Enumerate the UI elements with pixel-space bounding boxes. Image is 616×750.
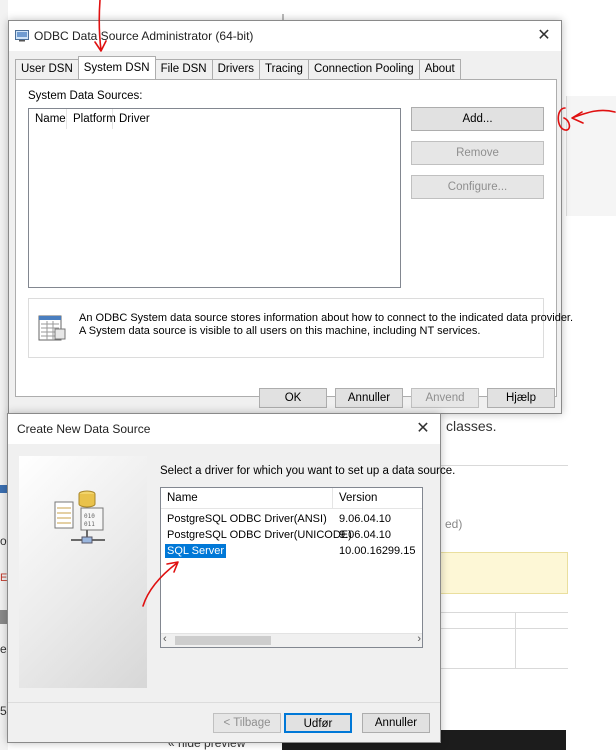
info-group-box: An ODBC System data source stores inform… [28,298,573,358]
svg-text:011: 011 [84,521,95,528]
tab-system-dsn[interactable]: System DSN [77,56,156,79]
column-header-name[interactable]: Name [29,109,67,129]
driver-name: PostgreSQL ODBC Driver(ANSI) [167,513,327,525]
driver-list[interactable]: Name Version PostgreSQL ODBC Driver(ANSI… [160,487,423,648]
info-text-line-2: A System data source is visible to all u… [79,325,481,337]
background-text: classes. [446,418,497,434]
background-divider [440,465,568,466]
background-text: ed) [445,517,463,531]
background-notice-box [440,552,568,594]
close-icon[interactable]: ✕ [535,27,553,45]
ok-button[interactable]: OK [259,388,327,408]
background-divider [515,612,516,668]
driver-version: 9.06.04.10 [339,529,391,541]
create-title-bar[interactable]: Create New Data Source ✕ [8,414,440,444]
tab-tracing[interactable]: Tracing [259,59,309,79]
back-button[interactable]: < Tilbage [213,713,281,733]
list-header-divider [161,508,422,509]
column-header-name[interactable]: Name [161,488,333,508]
data-source-icon [37,313,67,343]
column-header-platform[interactable]: Platform [67,109,116,129]
background-panel [566,96,616,216]
scrollbar-thumb[interactable] [175,636,271,645]
database-network-icon: 010 011 [51,486,115,550]
help-button[interactable]: Hjælp [487,388,555,408]
cancel-button[interactable]: Annuller [362,713,430,733]
svg-text:010: 010 [84,513,95,520]
driver-name: PostgreSQL ODBC Driver(UNICODE) [167,529,352,541]
finish-button[interactable]: Udfør [284,713,352,733]
apply-button[interactable]: Anvend [411,388,479,408]
column-header-driver[interactable]: Driver [113,109,233,129]
scroll-left-arrow[interactable]: ‹ [163,633,167,645]
list-item[interactable]: PostgreSQL ODBC Driver(UNICODE) 9.06.04.… [161,528,422,543]
tab-user-dsn[interactable]: User DSN [15,59,79,79]
system-data-sources-label: System Data Sources: [28,90,143,102]
tab-connection-pooling[interactable]: Connection Pooling [307,59,420,79]
list-item[interactable]: PostgreSQL ODBC Driver(ANSI) 9.06.04.10 [161,512,422,527]
footer-separator [8,702,440,703]
horizontal-scrollbar[interactable]: ‹ › [161,633,422,647]
odbc-title-bar[interactable]: ODBC Data Source Administrator (64-bit) … [9,21,561,51]
close-icon[interactable]: ✕ [414,420,432,438]
cancel-button[interactable]: Annuller [335,388,403,408]
odbc-window-title: ODBC Data Source Administrator (64-bit) [34,29,254,43]
odbc-admin-window: ODBC Data Source Administrator (64-bit) … [8,20,573,414]
remove-button[interactable]: Remove [411,141,544,165]
create-dialog-title: Create New Data Source [17,422,151,436]
tab-file-dsn[interactable]: File DSN [154,59,213,79]
system-dsn-panel: System Data Sources: Name Platform Drive… [15,79,573,397]
system-data-sources-list[interactable]: Name Platform Driver [28,108,401,288]
wizard-instruction: Select a driver for which you want to se… [160,465,456,477]
driver-name: SQL Server [165,544,227,558]
scroll-right-arrow[interactable]: › [417,633,421,645]
tab-about[interactable]: About [418,59,461,79]
info-text-line-1: An ODBC System data source stores inform… [79,312,574,324]
background-divider [440,628,568,629]
driver-version: 10.00.16299.15 [339,545,416,557]
odbc-app-icon [15,30,29,42]
driver-version: 9.06.04.10 [339,513,391,525]
odbc-tab-strip: User DSN System DSN File DSN Drivers Tra… [15,56,461,79]
list-item-selected[interactable]: SQL Server 10.00.16299.15 [161,544,422,559]
add-button[interactable]: Add... [411,107,544,131]
tab-drivers[interactable]: Drivers [211,59,261,79]
wizard-side-image: 010 011 [19,456,147,688]
background-divider [440,612,568,613]
column-header-version[interactable]: Version [333,488,422,508]
configure-button[interactable]: Configure... [411,175,544,199]
create-data-source-dialog: Create New Data Source ✕ 010 011 Select … [7,413,455,743]
background-divider [440,668,568,669]
